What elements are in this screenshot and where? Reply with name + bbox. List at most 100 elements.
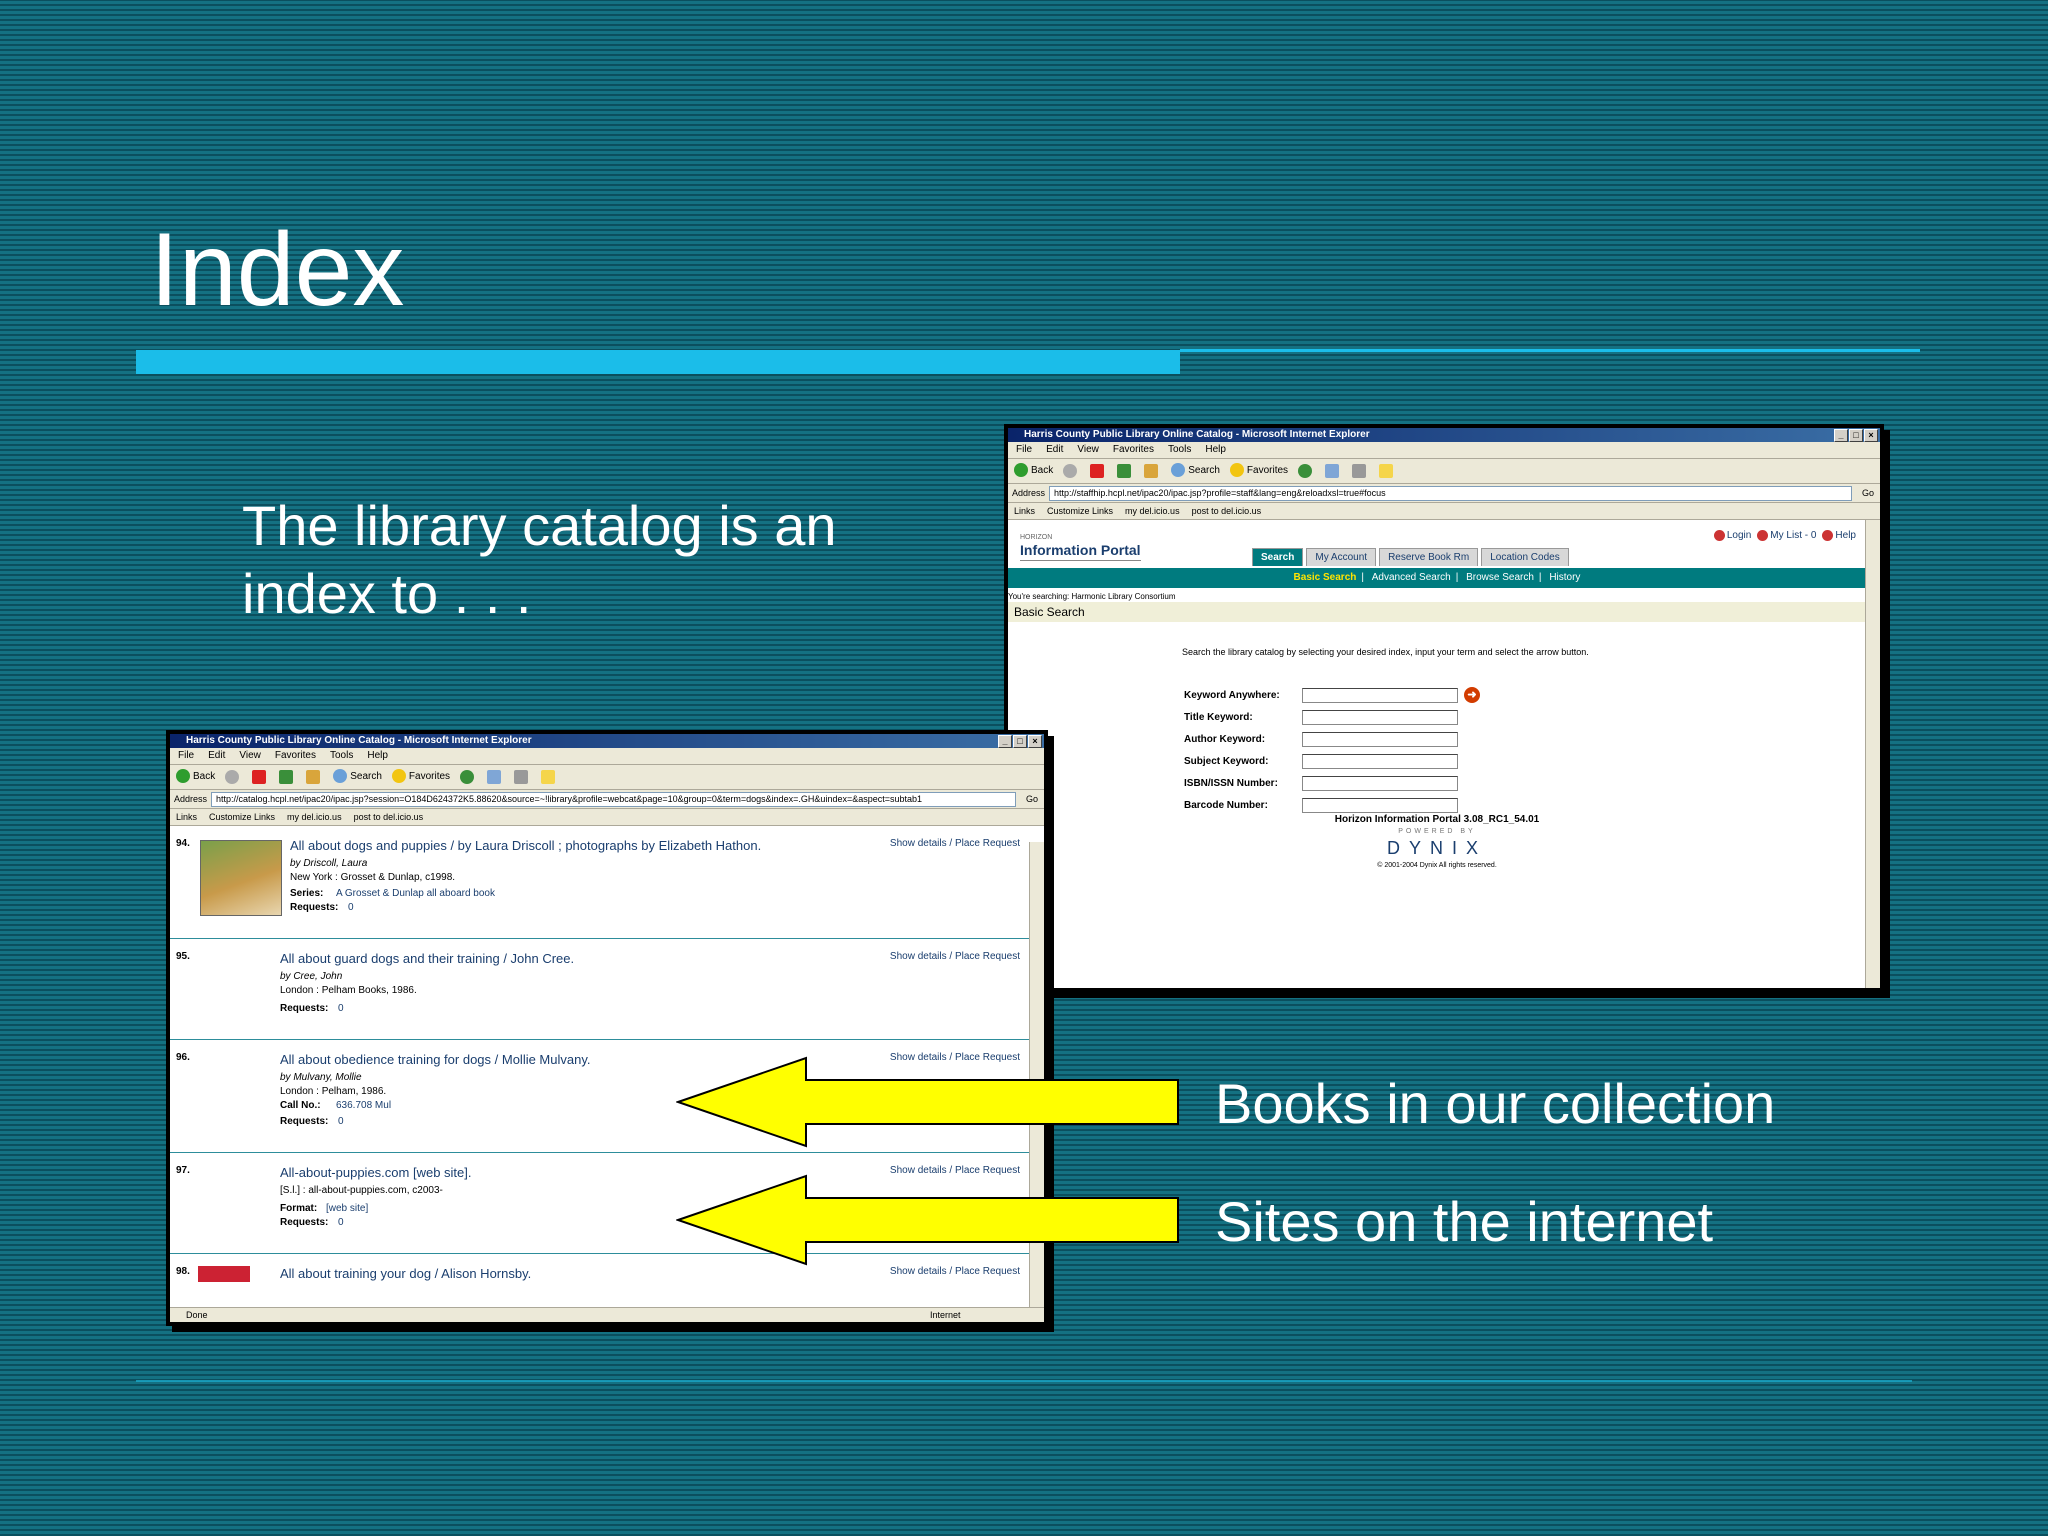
favorites-button[interactable]: Favorites — [391, 765, 451, 789]
isbn-input[interactable] — [1302, 775, 1458, 791]
menu-view[interactable]: View — [239, 748, 261, 764]
form-row-isbn: ISBN/ISSN Number: — [1184, 772, 1480, 794]
print-icon[interactable] — [1352, 464, 1367, 478]
requests-count[interactable]: 0 — [348, 902, 354, 913]
series-label: Series: — [290, 888, 324, 899]
format-link[interactable]: [web site] — [326, 1203, 368, 1214]
stop-icon[interactable] — [1090, 464, 1105, 478]
link-customize[interactable]: Customize Links — [209, 809, 275, 825]
my-list-link[interactable]: My List - 0 — [1757, 530, 1816, 541]
print-icon[interactable] — [514, 770, 529, 784]
login-link[interactable]: Login — [1713, 530, 1751, 541]
home-icon[interactable] — [1144, 464, 1159, 478]
result-title-link[interactable]: All about dogs and puppies / by Laura Dr… — [290, 838, 761, 853]
requests-count[interactable]: 0 — [338, 1217, 344, 1228]
menu-file[interactable]: File — [1016, 442, 1032, 458]
show-details-place-request[interactable]: Show details / Place Request — [890, 1266, 1020, 1277]
menu-edit[interactable]: Edit — [1046, 442, 1063, 458]
menu-help[interactable]: Help — [367, 748, 388, 764]
menu-view[interactable]: View — [1077, 442, 1099, 458]
maximize-button[interactable]: □ — [1849, 429, 1863, 442]
subject-input[interactable] — [1302, 753, 1458, 769]
links-label: Links — [176, 812, 198, 822]
result-number: 94. — [176, 838, 190, 849]
result-title-link[interactable]: All about obedience training for dogs / … — [280, 1052, 591, 1067]
link-post-delicious[interactable]: post to del.icio.us — [1192, 503, 1262, 519]
minimize-button[interactable]: _ — [998, 735, 1012, 748]
forward-icon[interactable] — [1063, 464, 1078, 478]
close-button[interactable]: × — [1028, 735, 1042, 748]
result-title-link[interactable]: All about guard dogs and their training … — [280, 951, 574, 966]
minimize-button[interactable]: _ — [1834, 429, 1848, 442]
title-input[interactable] — [1302, 709, 1458, 725]
call-number-link[interactable]: 636.708 Mul — [336, 1100, 391, 1111]
subnav-basic-search[interactable]: Basic Search — [1294, 572, 1357, 583]
result-author: by Cree, John — [280, 971, 343, 982]
history-icon[interactable] — [1298, 464, 1313, 478]
portal-scrollbar[interactable] — [1865, 520, 1880, 988]
address-label: Address — [174, 794, 208, 804]
mail-icon[interactable] — [487, 770, 502, 784]
tab-search[interactable]: Search — [1252, 548, 1304, 566]
barcode-input[interactable] — [1302, 797, 1458, 813]
menu-tools[interactable]: Tools — [330, 748, 353, 764]
search-button[interactable]: Search — [1171, 459, 1220, 483]
isbn-label: ISBN/ISSN Number: — [1184, 777, 1278, 789]
home-icon[interactable] — [306, 770, 321, 784]
show-details-place-request[interactable]: Show details / Place Request — [890, 951, 1020, 962]
favorites-button[interactable]: Favorites — [1229, 459, 1288, 483]
powered-by: POWERED BY — [1398, 828, 1476, 835]
link-my-delicious[interactable]: my del.icio.us — [1125, 503, 1180, 519]
link-my-delicious[interactable]: my del.icio.us — [287, 809, 342, 825]
result-title-link[interactable]: All about training your dog / Alison Hor… — [280, 1266, 531, 1281]
menu-favorites[interactable]: Favorites — [1113, 442, 1154, 458]
result-title-link[interactable]: All-about-puppies.com [web site]. — [280, 1165, 471, 1180]
requests-count[interactable]: 0 — [338, 1003, 344, 1014]
author-input[interactable] — [1302, 731, 1458, 747]
menu-tools[interactable]: Tools — [1168, 442, 1191, 458]
arrow-submit-icon[interactable]: ➜ — [1464, 687, 1480, 703]
address-input[interactable]: http://catalog.hcpl.net/ipac20/ipac.jsp?… — [211, 791, 1016, 807]
tab-reserve-book-rm[interactable]: Reserve Book Rm — [1379, 548, 1479, 566]
help-link[interactable]: Help — [1822, 530, 1856, 541]
folder-icon[interactable] — [541, 770, 556, 784]
callout-books: Books in our collection — [1215, 1072, 1776, 1135]
close-button[interactable]: × — [1864, 429, 1878, 442]
back-button[interactable]: Back — [176, 765, 215, 789]
portal-title-bar: Harris County Public Library Online Cata… — [1008, 428, 1880, 442]
my-list-label: My List - 0 — [1770, 530, 1817, 542]
address-input[interactable]: http://staffhip.hcpl.net/ipac20/ipac.jsp… — [1049, 485, 1852, 501]
book-cover-thumbnail[interactable] — [198, 1266, 250, 1282]
menu-help[interactable]: Help — [1205, 442, 1226, 458]
keyword-input[interactable] — [1302, 687, 1458, 703]
forward-icon[interactable] — [225, 770, 240, 784]
mail-icon[interactable] — [1325, 464, 1340, 478]
go-button[interactable]: Go — [1856, 484, 1880, 502]
requests-count[interactable]: 0 — [338, 1116, 344, 1127]
subnav-browse-search[interactable]: Browse Search — [1466, 572, 1534, 583]
show-details-place-request[interactable]: Show details / Place Request — [890, 838, 1020, 849]
subnav-history[interactable]: History — [1549, 572, 1580, 583]
star-icon — [1229, 463, 1244, 478]
refresh-icon[interactable] — [1117, 464, 1132, 478]
stop-icon[interactable] — [252, 770, 267, 784]
tab-location-codes[interactable]: Location Codes — [1481, 548, 1569, 566]
history-icon[interactable] — [460, 770, 475, 784]
series-link[interactable]: A Grosset & Dunlap all aboard book — [336, 888, 495, 899]
menu-favorites[interactable]: Favorites — [275, 748, 316, 764]
maximize-button[interactable]: □ — [1013, 735, 1027, 748]
book-cover-thumbnail[interactable] — [200, 840, 282, 916]
go-button[interactable]: Go — [1020, 790, 1044, 808]
folder-icon[interactable] — [1379, 464, 1394, 478]
link-post-delicious[interactable]: post to del.icio.us — [354, 809, 424, 825]
subnav-advanced-search[interactable]: Advanced Search — [1372, 572, 1451, 583]
menu-file[interactable]: File — [178, 748, 194, 764]
link-customize[interactable]: Customize Links — [1047, 503, 1113, 519]
tab-my-account[interactable]: My Account — [1306, 548, 1377, 566]
refresh-icon[interactable] — [279, 770, 294, 784]
copyright: © 2001-2004 Dynix All rights reserved. — [1377, 862, 1497, 869]
search-button[interactable]: Search — [333, 765, 382, 789]
menu-edit[interactable]: Edit — [208, 748, 225, 764]
back-button[interactable]: Back — [1014, 459, 1053, 483]
favorites-label: Favorites — [408, 771, 451, 782]
